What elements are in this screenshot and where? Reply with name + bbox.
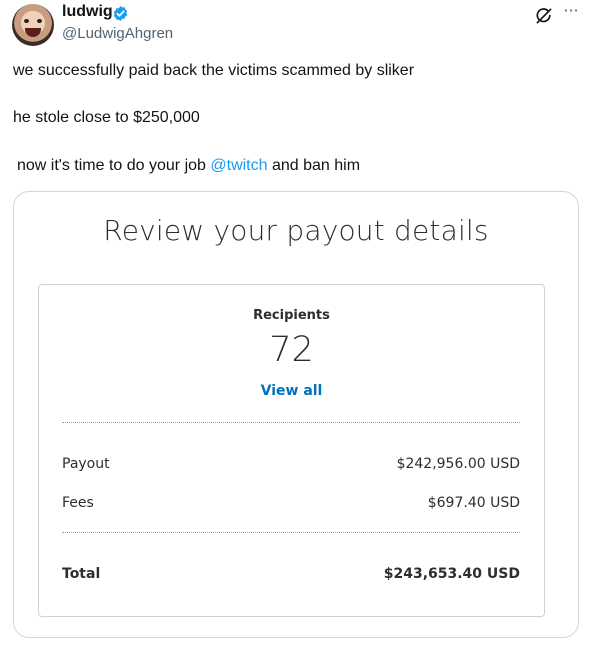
author-handle[interactable]: @LudwigAhgren bbox=[62, 25, 173, 42]
tweet-text-line3-start: now it's time to do your job bbox=[17, 157, 211, 174]
twitch-mention-link[interactable]: @twitch bbox=[210, 157, 267, 174]
grok-icon[interactable] bbox=[534, 6, 554, 26]
total-label: Total bbox=[62, 566, 101, 582]
more-icon[interactable]: ··· bbox=[560, 3, 582, 23]
divider bbox=[62, 532, 520, 533]
payout-review-title: Review your payout details bbox=[103, 214, 489, 247]
total-value: $243,653.40 USD bbox=[383, 566, 520, 582]
tweet-media-image[interactable]: Review your payout details Recipients 72… bbox=[13, 191, 579, 638]
view-all-link[interactable]: View all bbox=[39, 383, 544, 399]
tweet-text-line2: he stole close to $250,000 bbox=[13, 109, 200, 126]
verified-badge-icon bbox=[113, 6, 128, 21]
avatar[interactable] bbox=[12, 4, 54, 46]
payout-value: $242,956.00 USD bbox=[396, 456, 520, 472]
tweet-text-line1: we successfully paid back the victims sc… bbox=[13, 62, 415, 79]
avatar-eye-right bbox=[37, 19, 42, 23]
payout-label: Payout bbox=[62, 456, 110, 472]
fees-value: $697.40 USD bbox=[427, 495, 520, 511]
avatar-eye-left bbox=[24, 19, 29, 23]
recipients-count: 72 bbox=[269, 330, 314, 370]
avatar-mouth bbox=[25, 28, 41, 37]
divider bbox=[62, 422, 520, 423]
tweet-text-line3: now it's time to do your job @twitch and… bbox=[17, 157, 360, 175]
recipients-label: Recipients bbox=[253, 308, 330, 323]
tweet-text-line3-end: and ban him bbox=[267, 157, 361, 174]
payout-summary-card: Recipients 72 View all Payout $242,956.0… bbox=[38, 284, 545, 617]
author-name[interactable]: ludwig bbox=[62, 3, 113, 21]
fees-label: Fees bbox=[62, 495, 94, 511]
